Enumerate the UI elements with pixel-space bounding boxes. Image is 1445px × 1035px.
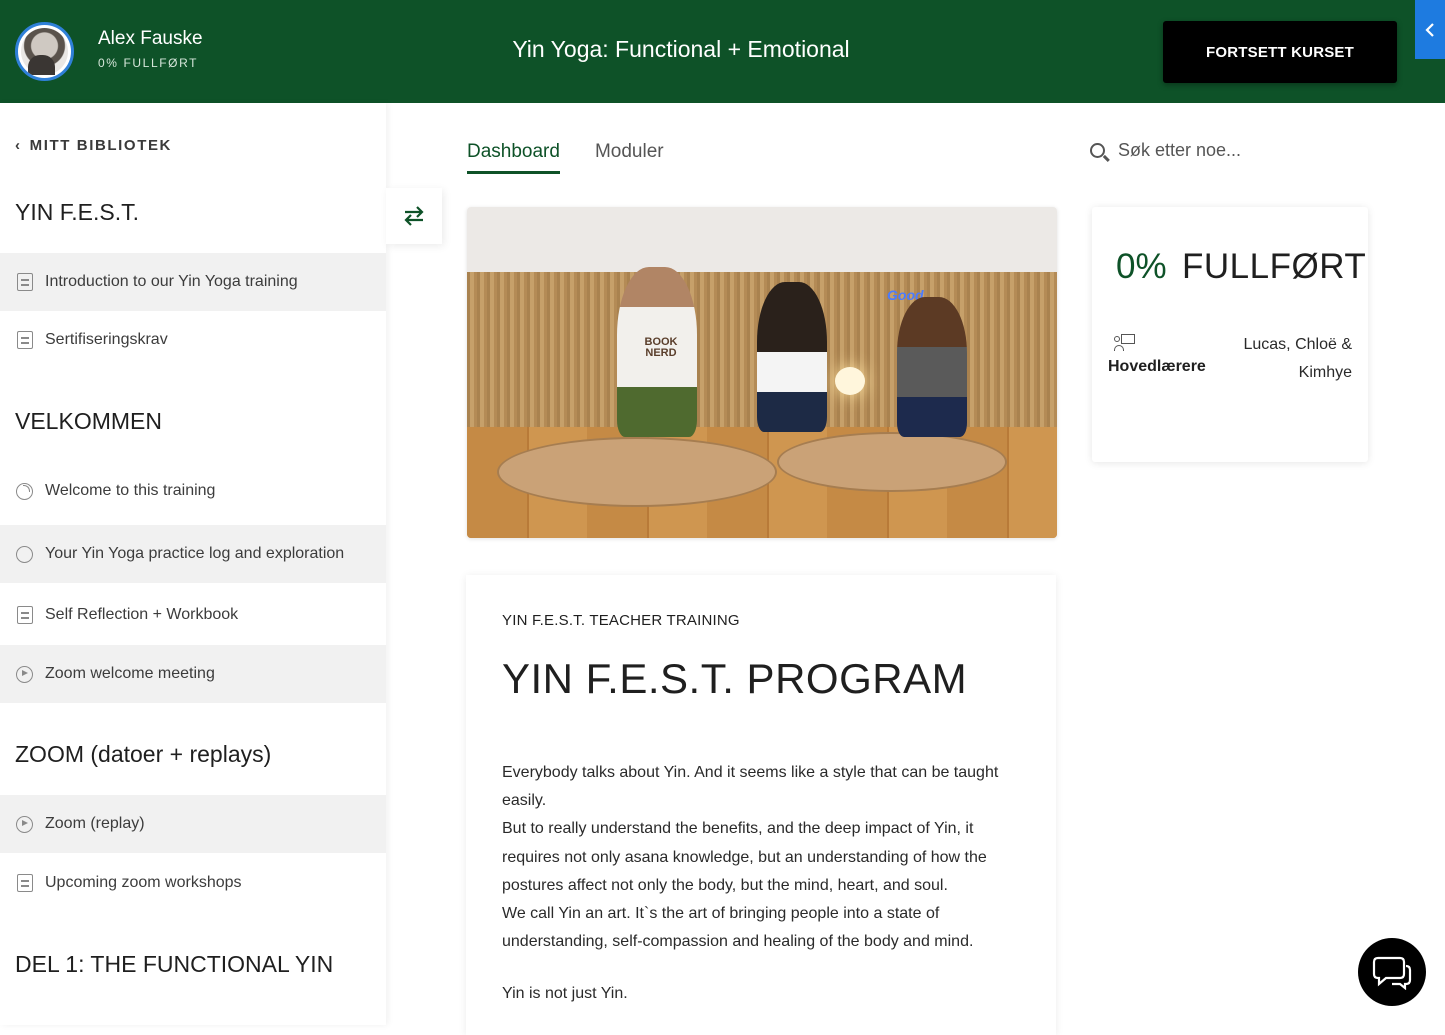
- play-circle-icon: [16, 815, 33, 833]
- chevron-left-icon: [1425, 22, 1434, 37]
- section-title: YIN F.E.S.T.: [15, 199, 139, 225]
- play-circle-icon: [16, 665, 33, 683]
- lesson-label: Sertifiseringskrav: [45, 331, 168, 348]
- teachers-names: Lucas, Chloë & Kimhye: [1243, 336, 1352, 381]
- progress-label: FULLFØRT: [1182, 247, 1367, 286]
- shirt-print: BOOK NERD: [644, 336, 678, 359]
- document-icon: [16, 273, 33, 291]
- lesson-item[interactable]: Zoom welcome meeting: [0, 645, 386, 703]
- course-title: Yin Yoga: Functional + Emotional: [512, 36, 850, 62]
- progress-percent: 0%: [1116, 247, 1167, 286]
- body-paragraph: We call Yin an art. It`s the art of brin…: [502, 905, 974, 951]
- lesson-item[interactable]: Welcome to this training: [0, 462, 386, 520]
- teacher-icon: [1114, 334, 1136, 352]
- program-body: Everybody talks about Yin. And it seems …: [502, 759, 1022, 956]
- body-paragraph: But to really understand the benefits, a…: [502, 820, 987, 894]
- lesson-label: Zoom welcome meeting: [45, 665, 215, 682]
- section-title: VELKOMMEN: [15, 408, 162, 434]
- teacher-figure: [757, 282, 827, 432]
- teachers-label: Hovedlærere: [1108, 358, 1206, 375]
- tab-moduler[interactable]: Moduler: [595, 141, 664, 174]
- search-bar: [1090, 140, 1318, 161]
- program-eyebrow: YIN F.E.S.T. TEACHER TRAINING: [502, 612, 740, 629]
- continue-course-button[interactable]: FORTSETT KURSET: [1163, 21, 1397, 83]
- chat-button[interactable]: [1358, 938, 1426, 1006]
- lesson-label: Introduction to our Yin Yoga training: [45, 273, 298, 290]
- chevron-left-icon: ‹: [15, 137, 22, 154]
- lesson-item[interactable]: Zoom (replay): [0, 795, 386, 853]
- lesson-item[interactable]: Self Reflection + Workbook: [0, 586, 386, 644]
- lesson-label: Self Reflection + Workbook: [45, 606, 239, 623]
- progress-card: 0% FULLFØRT Hovedlærere Lucas, Chloë & K…: [1092, 207, 1368, 462]
- circle-icon: [16, 545, 33, 563]
- document-icon: [16, 331, 33, 349]
- course-hero-image: Good BOOK NERD: [467, 207, 1057, 538]
- lesson-label: Zoom (replay): [45, 815, 145, 832]
- back-link-label: MITT BIBLIOTEK: [29, 137, 172, 154]
- search-input[interactable]: [1118, 140, 1318, 161]
- tab-dashboard[interactable]: Dashboard: [467, 141, 560, 174]
- lesson-label: Welcome to this training: [45, 482, 216, 499]
- program-title: YIN F.E.S.T. PROGRAM: [502, 655, 968, 702]
- lesson-item[interactable]: Your Yin Yoga practice log and explorati…: [0, 525, 386, 583]
- collapse-panel-button[interactable]: [1415, 0, 1445, 59]
- lesson-item[interactable]: Upcoming zoom workshops: [0, 854, 386, 912]
- chat-bubbles-icon: [1372, 956, 1412, 990]
- lesson-label: Your Yin Yoga practice log and explorati…: [45, 545, 345, 562]
- main-tabs: Dashboard Moduler: [467, 141, 664, 174]
- teacher-figure: [897, 297, 967, 437]
- document-icon: [16, 606, 33, 624]
- section-title: DEL 1: THE FUNCTIONAL YIN: [15, 951, 334, 977]
- top-header: Alex Fauske 0% FULLFØRT Yin Yoga: Functi…: [0, 0, 1445, 103]
- body-paragraph: Yin is not just Yin.: [502, 985, 628, 1002]
- document-icon: [16, 874, 33, 892]
- toggle-sidebar-button[interactable]: [386, 188, 442, 244]
- yoga-mat: [777, 432, 1007, 492]
- course-sidebar: ‹ MITT BIBLIOTEK YIN F.E.S.T. Introductio…: [0, 103, 386, 1025]
- search-icon[interactable]: [1090, 143, 1105, 158]
- lesson-item[interactable]: Introduction to our Yin Yoga training: [0, 253, 386, 311]
- program-description-card: YIN F.E.S.T. TEACHER TRAINING YIN F.E.S.…: [466, 575, 1056, 1035]
- body-paragraph: Everybody talks about Yin. And it seems …: [502, 764, 999, 810]
- yoga-mat: [497, 437, 777, 507]
- progress-circle-icon: [16, 482, 33, 500]
- lesson-item[interactable]: Sertifiseringskrav: [0, 311, 386, 369]
- lamp: [835, 367, 865, 395]
- section-title: ZOOM (datoer + replays): [15, 741, 272, 767]
- swap-arrows-icon: [404, 206, 424, 226]
- back-to-library-link[interactable]: ‹ MITT BIBLIOTEK: [15, 137, 172, 154]
- lesson-label: Upcoming zoom workshops: [45, 874, 242, 891]
